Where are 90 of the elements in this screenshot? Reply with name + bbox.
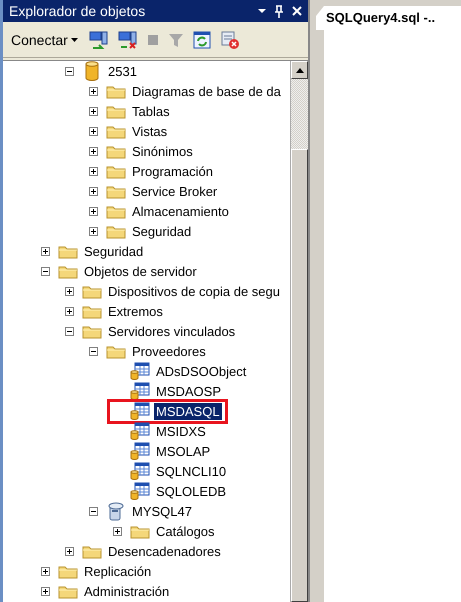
folder-icon (106, 204, 126, 218)
data-table-icon (130, 402, 150, 420)
scroll-thumb[interactable] (291, 149, 308, 602)
pin-icon[interactable] (274, 4, 284, 18)
panel-title: Explorador de objetos (9, 3, 146, 19)
tree-item[interactable]: MSIDXS (154, 422, 208, 440)
collapse-icon[interactable] (65, 326, 74, 336)
expand-icon[interactable] (65, 286, 74, 296)
tree-item[interactable]: MYSQL47 (130, 502, 194, 520)
tree-item[interactable]: Desencadenadores (106, 542, 223, 560)
tree-item[interactable]: Seguridad (82, 242, 146, 260)
expand-icon[interactable] (65, 306, 74, 316)
filter-icon (168, 32, 184, 48)
data-table-icon (130, 362, 150, 380)
disconnect-server-icon[interactable] (118, 30, 138, 48)
folder-icon (106, 164, 126, 178)
tree-item[interactable]: 2531 (106, 62, 139, 80)
folder-icon (58, 564, 78, 578)
data-table-icon (130, 482, 150, 500)
expand-icon[interactable] (89, 166, 98, 176)
database-icon (85, 61, 99, 81)
expand-icon[interactable] (113, 526, 122, 536)
tree-item[interactable]: Catálogos (154, 522, 217, 540)
tree-item[interactable]: Seguridad (130, 222, 194, 240)
scroll-up-icon[interactable] (296, 68, 304, 72)
collapse-icon[interactable] (89, 346, 98, 356)
data-table-icon (130, 462, 150, 480)
folder-icon (58, 584, 78, 598)
tree-item[interactable]: Administración (82, 582, 172, 600)
tree-item[interactable]: Almacenamiento (130, 202, 231, 220)
expand-icon[interactable] (89, 126, 98, 136)
tree-item[interactable]: Replicación (82, 562, 154, 580)
connect-button[interactable]: Conectar (9, 30, 80, 50)
folder-icon (106, 224, 126, 238)
expand-icon[interactable] (41, 246, 50, 256)
folder-icon (106, 184, 126, 198)
stop-icon (146, 34, 159, 46)
expand-icon[interactable] (65, 546, 74, 556)
expand-icon[interactable] (89, 186, 98, 196)
data-table-icon (130, 422, 150, 440)
folder-icon (106, 84, 126, 98)
tree-item[interactable]: ADsDSOObject (154, 362, 248, 380)
folder-icon (82, 544, 102, 558)
tree-item[interactable]: Dispositivos de copia de segu (106, 282, 282, 300)
folder-icon (106, 124, 126, 138)
expand-icon[interactable] (41, 586, 50, 596)
tree-item[interactable]: Tablas (130, 102, 172, 120)
connect-server-icon[interactable] (88, 30, 109, 48)
script-delete-icon[interactable] (220, 30, 240, 50)
collapse-icon[interactable] (41, 266, 50, 276)
folder-icon (82, 284, 102, 298)
collapse-icon[interactable] (89, 506, 98, 516)
expand-icon[interactable] (41, 566, 50, 576)
scrollbar[interactable] (290, 61, 308, 602)
tree-item[interactable]: Proveedores (130, 342, 208, 360)
tree-item[interactable]: MSDASQL (154, 402, 222, 420)
tree-item[interactable]: Objetos de servidor (82, 262, 199, 280)
folder-icon (82, 324, 102, 338)
tree-item[interactable]: SQLNCLI10 (154, 462, 228, 480)
refresh-icon[interactable] (192, 30, 211, 48)
tree-item[interactable]: SQLOLEDB (154, 482, 228, 500)
document-tab[interactable]: SQLQuery4.sql -.. (316, 6, 461, 30)
folder-icon (58, 264, 78, 278)
close-icon[interactable] (292, 6, 302, 16)
tree-item[interactable]: MSOLAP (154, 442, 212, 460)
tree-item[interactable]: Vistas (130, 122, 170, 140)
tree-item[interactable]: Servidores vinculados (106, 322, 238, 340)
folder-icon (58, 244, 78, 258)
expand-icon[interactable] (89, 146, 98, 156)
folder-icon (106, 344, 126, 358)
tree-item[interactable]: Service Broker (130, 182, 220, 200)
collapse-icon[interactable] (65, 66, 74, 76)
linked-server-icon (107, 501, 125, 521)
folder-icon (106, 104, 126, 118)
folder-icon (106, 144, 126, 158)
caret-icon (70, 38, 78, 42)
tree-item[interactable]: Sinónimos (130, 142, 195, 160)
data-table-icon (130, 382, 150, 400)
data-table-icon (130, 442, 150, 460)
folder-icon (130, 524, 150, 538)
tree-item[interactable]: Diagramas de base de da (130, 82, 283, 100)
expand-icon[interactable] (89, 106, 98, 116)
expand-icon[interactable] (89, 86, 98, 96)
expand-icon[interactable] (89, 226, 98, 236)
tree-item[interactable]: Extremos (106, 302, 165, 320)
expand-icon[interactable] (89, 206, 98, 216)
dropdown-icon[interactable] (258, 8, 266, 14)
tree-item[interactable]: MSDAOSP (154, 382, 224, 400)
tree-item[interactable]: Programación (130, 162, 215, 180)
folder-icon (82, 304, 102, 318)
